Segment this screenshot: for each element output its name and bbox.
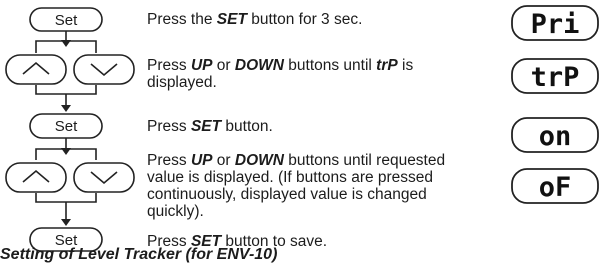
step-text: buttons until [283,57,377,74]
set-button[interactable]: Set [29,7,103,32]
section-heading: Setting of Level Tracker (for ENV-10) [0,246,278,263]
parameter-name: trP [376,57,398,74]
display-readout: Pri [511,5,599,41]
button-name: UP [190,152,213,169]
step-text: Press the [147,11,217,28]
step-2-instruction: Press UP or DOWN buttons until trP is di… [147,57,413,91]
display-text: Pri [531,9,580,40]
display-readout: on [511,117,599,153]
step-text: quickly). [147,203,204,220]
set-button[interactable]: Set [29,113,103,139]
button-name: UP [190,57,213,74]
step-text: or [212,152,235,169]
display-text: oF [539,172,572,203]
step-4-instruction: Press UP or DOWN buttons until requested… [147,152,445,220]
display-text: trP [531,62,580,93]
button-name: DOWN [234,152,284,169]
step-text: buttons until requested [283,152,446,169]
step-text: continuously, displayed value is changed [147,186,427,203]
step-3-instruction: Press SET button. [147,118,273,135]
button-name: DOWN [234,57,284,74]
set-button-label: Set [55,12,78,29]
up-button[interactable] [5,54,67,85]
step-text: value is displayed. (If buttons are pres… [147,169,434,186]
step-text: Press [147,57,191,74]
step-text: Press [147,152,191,169]
display-readout: trP [511,58,599,94]
up-button[interactable] [5,162,67,193]
button-name: SET [216,11,247,28]
set-button-label: Set [55,118,78,135]
step-text: displayed. [147,74,217,91]
step-text: button. [221,118,273,135]
step-text: or [212,57,235,74]
down-button[interactable] [73,162,135,193]
step-1-instruction: Press the SET button for 3 sec. [147,11,362,28]
display-readout: oF [511,168,599,204]
step-text: Press [147,118,191,135]
step-text: button for 3 sec. [246,11,363,28]
display-text: on [539,121,572,152]
down-button[interactable] [73,54,135,85]
flow-diagram: Set Set Set Pri trP on oF [5,5,599,252]
button-name: SET [190,118,222,135]
step-text: is [397,57,414,74]
